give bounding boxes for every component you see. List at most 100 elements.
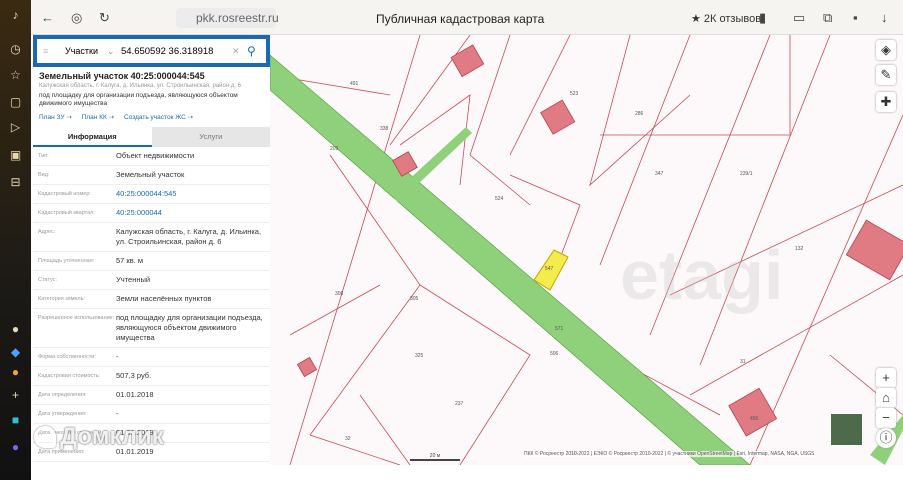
parcel-boundaries <box>270 35 903 465</box>
map-canvas[interactable]: 491 338 209 524 523 286 347 239/1 132 306 305 325 50… <box>270 35 903 465</box>
create-parcel-link[interactable]: Создать участок ЖС ⇢ <box>124 113 193 121</box>
info-label: Адрес: <box>38 229 56 235</box>
add-icon[interactable]: + <box>8 388 23 403</box>
info-row: Категория земель: Земли населённых пункто… <box>33 290 270 309</box>
browser-sidebar: ♪ ◷ ☆ ▢ ▷ ▣ ⊟ ● ◆ ● + ■ ● <box>0 0 31 480</box>
info-row: Дата утверждения: - <box>33 405 270 424</box>
info-panel: ≡ Участки ⌄ 54.650592 36.318918 ✕ ⚲ Земе… <box>33 35 270 465</box>
info-label: Кадастровый квартал: <box>38 210 95 216</box>
parcel-number: 305 <box>410 296 419 302</box>
parcel-number: 286 <box>635 111 644 117</box>
plan-zu-link[interactable]: План ЗУ ⇢ <box>39 113 72 121</box>
app-icon[interactable]: ● <box>8 322 23 337</box>
search-bar: ≡ Участки ⌄ 54.650592 36.318918 ✕ ⚲ <box>33 35 270 67</box>
parcel-number: 491 <box>350 81 359 87</box>
reviews-button[interactable]: ★ 2К отзывов <box>691 12 761 25</box>
info-label: Форма собственности: <box>38 354 96 360</box>
parcel-number: 571 <box>555 326 564 332</box>
info-label: Кадастровая стоимость: <box>38 373 101 379</box>
zoom-out-button[interactable]: − <box>876 408 896 428</box>
info-value: Калужская область, г. Калуга, д. Ильинка… <box>116 227 262 246</box>
info-value: - <box>116 352 119 361</box>
info-label: Дата утверждения: <box>38 411 87 417</box>
parcel-number: 209 <box>330 146 339 152</box>
info-label: Тип: <box>38 153 49 159</box>
reload-icon[interactable]: ↻ <box>99 10 110 26</box>
info-value[interactable]: 40:25:000044:545 <box>116 189 265 199</box>
search-type-select[interactable]: Участки <box>65 46 98 56</box>
info-label: Кадастровый номер: <box>38 191 91 197</box>
info-icon[interactable]: ⓘ <box>876 428 896 448</box>
basemap-thumbnail[interactable] <box>830 413 863 446</box>
info-row: Статус: Учтенный <box>33 271 270 290</box>
info-value: - <box>116 409 119 418</box>
extension-icon[interactable]: ⧉ <box>823 10 832 26</box>
clear-icon[interactable]: ✕ <box>232 46 240 57</box>
map-watermark: etagi <box>620 236 784 314</box>
map-attribution: ПКК © Росреестр 2010-2022 | ЕЭКО © Росре… <box>524 451 815 457</box>
app3-icon[interactable]: ■ <box>8 413 23 428</box>
protect-icon[interactable]: ◎ <box>71 10 82 26</box>
info-value: Земельный участок <box>116 170 185 179</box>
page-title: Публичная кадастровая карта <box>376 12 545 26</box>
info-row: Кадастровая стоимость: 507,3 руб. <box>33 367 270 386</box>
info-label: Площадь уточненная: <box>38 258 95 264</box>
parcel-number: 523 <box>570 91 579 97</box>
parcel-number: 31 <box>740 359 746 365</box>
battery-icon[interactable]: ▭ <box>793 10 805 26</box>
browser-toolbar: ← ◎ ↻ pkk.rosreestr.ru Публичная кадастр… <box>31 0 903 35</box>
profile-icon[interactable]: ▪ <box>853 10 858 25</box>
history-icon[interactable]: ◷ <box>8 42 23 57</box>
back-icon[interactable]: ← <box>41 10 54 25</box>
address-bar[interactable]: pkk.rosreestr.ru <box>176 8 279 28</box>
parcel-number: 524 <box>495 196 504 202</box>
search-icon[interactable]: ⚲ <box>247 44 256 58</box>
tab-services[interactable]: Услуги <box>151 127 270 147</box>
parcel-number: 325 <box>415 353 424 359</box>
parcel-number: 32 <box>345 436 351 442</box>
parcel-number: 547 <box>545 266 554 272</box>
plan-kk-link[interactable]: План КК ⇢ <box>82 113 114 121</box>
parcel-number: 132 <box>795 246 804 252</box>
alice-icon[interactable]: ● <box>8 440 23 455</box>
tab-info[interactable]: Информация <box>33 127 152 147</box>
download-icon[interactable]: ↓ <box>881 10 888 25</box>
star-icon[interactable]: ☆ <box>8 68 23 83</box>
bell-icon[interactable]: ♪ <box>8 8 23 23</box>
search-input[interactable]: 54.650592 36.318918 <box>121 46 213 57</box>
info-label: Разрешенное использование: <box>38 315 115 321</box>
watermark-logo-icon <box>34 426 56 448</box>
info-label: Категория земель: <box>38 296 86 302</box>
home-button[interactable]: ⌂ <box>876 388 896 408</box>
zoom-in-button[interactable]: + <box>876 368 896 388</box>
info-value: 507,3 руб. <box>116 371 152 380</box>
info-row: Кадастровый номер: 40:25:000044:545 <box>33 185 270 204</box>
info-value: 57 кв. м <box>116 256 144 265</box>
app2-icon[interactable]: ● <box>8 365 23 380</box>
info-value: Земли населённых пунктов <box>116 294 212 303</box>
info-row: Кадастровый квартал: 40:25:000044 <box>33 204 270 223</box>
cadastral-map[interactable]: 491 338 209 524 523 286 347 239/1 132 306 305 325 50… <box>270 35 903 465</box>
tabs-icon[interactable]: ▢ <box>8 95 23 110</box>
parcel-number: 306 <box>335 291 344 297</box>
parcel-number: 239/1 <box>740 171 753 177</box>
chevron-down-icon[interactable]: ⌄ <box>107 46 115 57</box>
info-label: Статус: <box>38 277 57 283</box>
info-row: Вид: Земельный участок <box>33 166 270 185</box>
info-value[interactable]: 40:25:000044 <box>116 208 265 218</box>
play-icon[interactable]: ▷ <box>8 120 23 135</box>
menu-icon[interactable]: ≡ <box>43 46 48 56</box>
parcel-number: 237 <box>455 401 464 407</box>
parcel-number: 347 <box>655 171 664 177</box>
info-row: Разрешенное использование: под площадку д… <box>33 309 270 348</box>
locate-icon[interactable]: ✚ <box>876 92 896 112</box>
scale-bar: 20 м <box>410 453 460 461</box>
screen-icon[interactable]: ⊟ <box>8 175 23 190</box>
parcel-address: Калужская область, г. Калуга, д. Ильинка… <box>39 83 241 89</box>
ruler-icon[interactable]: ✎ <box>876 65 896 85</box>
telegram-icon[interactable]: ◆ <box>8 345 23 360</box>
info-label: Вид: <box>38 172 50 178</box>
bookmark-icon[interactable]: ▮ <box>759 10 766 26</box>
four-icon[interactable]: ▣ <box>8 148 23 163</box>
layers-icon[interactable]: ◈ <box>876 40 896 60</box>
